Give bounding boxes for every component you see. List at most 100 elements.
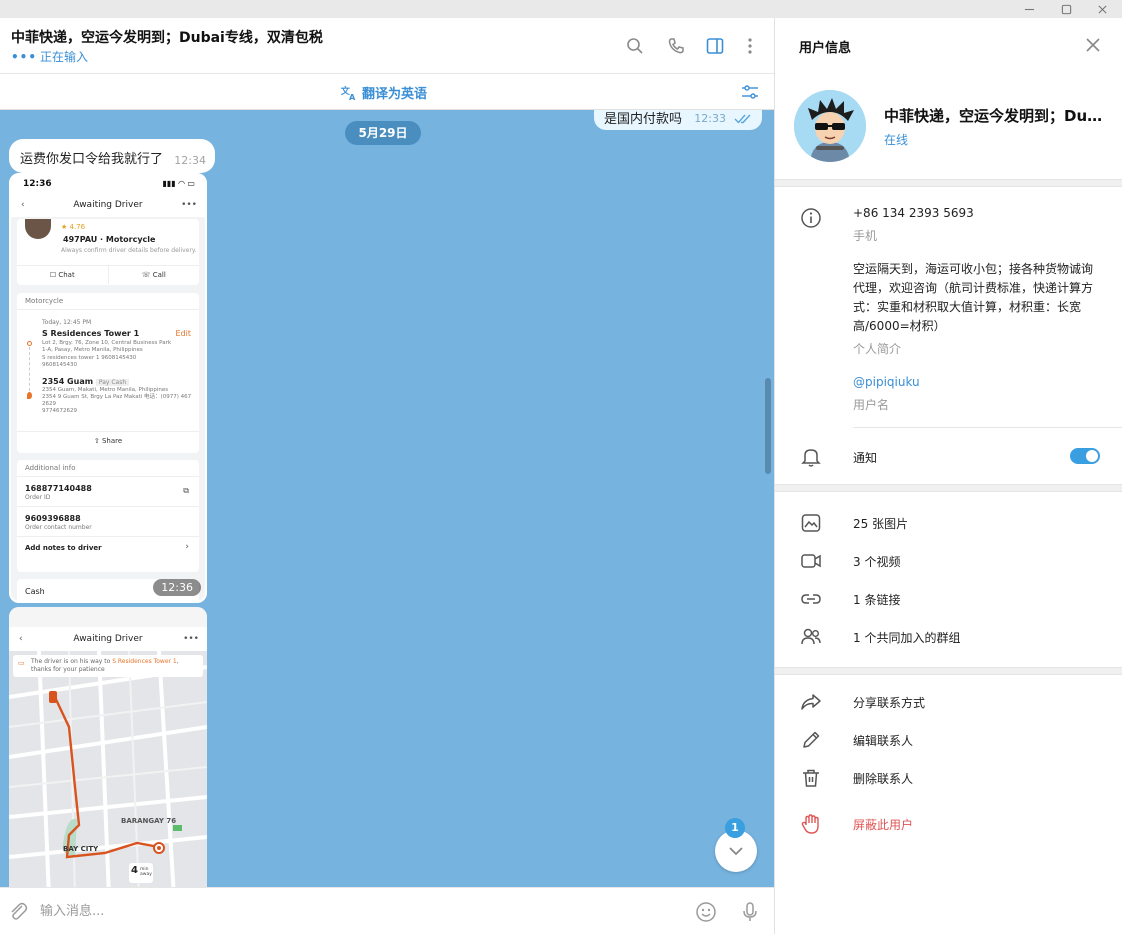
translate-bar[interactable]: 文A 翻译为英语 — [0, 74, 774, 110]
dropoff-name: 2354 Guam Pay Cash — [42, 377, 130, 386]
chat-action: ☐ Chat — [49, 271, 75, 279]
search-icon[interactable] — [623, 34, 647, 58]
eta-label: min away — [140, 867, 152, 877]
pickup-contact: S residences tower 1 9608145430 — [42, 355, 137, 361]
pickup-phone: 9608145430 — [42, 362, 77, 368]
username-link[interactable]: @pipiqiuku — [853, 375, 920, 389]
copy-icon: ⧉ — [183, 486, 189, 495]
chevron-right-icon: › — [185, 542, 189, 552]
route-card: Motorcycle Today, 12:45 PM S Residences … — [17, 293, 199, 453]
more-vertical-icon[interactable] — [738, 34, 762, 58]
home-indicator — [73, 601, 143, 603]
video-icon — [801, 554, 821, 568]
section-divider — [775, 484, 1122, 492]
share-row: ⇧ Share — [17, 431, 199, 450]
contact-label: Order contact number — [25, 524, 92, 531]
bell-icon — [801, 449, 821, 467]
translate-button[interactable]: 文A 翻译为英语 — [340, 83, 427, 102]
microphone-icon[interactable] — [738, 900, 762, 924]
share-contact-button[interactable]: 分享联系方式 — [853, 694, 925, 711]
additional-info-card: Additional info 168877140488 Order ID ⧉ … — [17, 460, 199, 572]
back-icon: ‹ — [21, 200, 25, 210]
message-time: 12:34 — [174, 154, 206, 167]
phone-number[interactable]: +86 134 2393 5693 — [853, 206, 974, 220]
close-icon[interactable] — [1084, 36, 1102, 54]
phone-label: 手机 — [853, 229, 878, 243]
pickup-time: Today, 12:45 PM — [42, 319, 92, 326]
message-text: 运费你发口令给我就行了 — [20, 152, 164, 167]
delete-contact-button[interactable]: 删除联系人 — [853, 770, 913, 787]
route-line — [29, 347, 30, 391]
info-icon — [801, 208, 821, 228]
message-input[interactable] — [40, 900, 640, 922]
message-list[interactable]: 是国内付款吗 12:33 5月29日 运费你发口令给我就行了 12:34 12:… — [0, 110, 774, 887]
typing-status: ••• 正在输入 — [11, 48, 88, 65]
media-links[interactable]: 1 条链接 — [853, 591, 900, 608]
notifications-label: 通知 — [853, 451, 878, 465]
phone-nav: ‹ Awaiting Driver ••• — [11, 193, 205, 217]
sidebar-toggle-icon[interactable] — [703, 34, 727, 58]
call-action: ☏ Call — [107, 266, 200, 284]
close-icon[interactable] — [1084, 0, 1120, 18]
order-id-label: Order ID — [25, 494, 51, 501]
media-photos[interactable]: 25 张图片 — [853, 515, 908, 532]
driver-avatar — [25, 219, 51, 239]
video-icon: ▭ — [18, 659, 25, 667]
add-notes: Add notes to driver — [25, 544, 102, 552]
image-message[interactable]: ‹ Awaiting Driver ••• ▭ The driver is on… — [9, 607, 207, 887]
bio-text[interactable]: 空运隔天到，海运可收小包；接各种货物诚询代理，欢迎咨询（航司计费标准，快递计算方… — [853, 260, 1103, 336]
photo-icon — [801, 514, 821, 532]
driver-note: Always confirm driver details before del… — [61, 247, 197, 254]
dropoff-phone: 9774672629 — [42, 408, 77, 414]
edit-link: Edit — [175, 329, 192, 338]
image-message[interactable]: 12:36 ▮▮▮ ◠ ▭ ‹ Awaiting Driver ••• ★ 4.… — [9, 173, 207, 603]
outgoing-message[interactable]: 是国内付款吗 12:33 — [594, 110, 762, 130]
driver-actions: ☐ Chat ☏ Call — [17, 265, 199, 284]
phone-icon[interactable] — [664, 34, 688, 58]
cartoon-avatar-icon — [794, 90, 866, 162]
media-groups[interactable]: 1 个共同加入的群组 — [853, 629, 960, 646]
minimize-icon[interactable] — [1011, 0, 1047, 18]
link-icon — [801, 594, 821, 604]
chat-scrollbar[interactable] — [765, 378, 771, 474]
emoji-icon[interactable] — [694, 900, 718, 924]
driver-card: ★ 4.76 497PAU · Motorcycle Always confir… — [17, 219, 199, 285]
window-titlebar — [0, 0, 1122, 18]
divider — [853, 427, 1122, 428]
translate-settings-icon[interactable] — [740, 82, 760, 102]
edit-contact-button[interactable]: 编辑联系人 — [853, 732, 913, 749]
maximize-icon[interactable] — [1048, 0, 1084, 18]
avatar[interactable] — [794, 90, 866, 162]
translate-label: 翻译为英语 — [362, 87, 428, 102]
unread-badge: 1 — [725, 818, 745, 838]
typing-dots: ••• — [11, 50, 38, 64]
pickup-name: S Residences Tower 1 — [42, 329, 140, 338]
cash-label: Cash — [25, 587, 45, 596]
divider — [17, 309, 199, 310]
edit-icon — [803, 731, 820, 748]
section-divider — [775, 667, 1122, 675]
pickup-pin-icon — [27, 341, 32, 346]
typing-status-text: 正在输入 — [40, 50, 89, 64]
username-label: 用户名 — [853, 398, 890, 412]
message-composer — [0, 887, 774, 934]
block-hand-icon — [801, 814, 819, 834]
dropoff-address: 2354 Guam, Makati, Metro Manila, Philipp… — [42, 387, 169, 393]
battery-icon: ▮▮▮ ◠ ▭ — [162, 179, 196, 188]
online-status: 在线 — [884, 133, 909, 147]
more-icon: ••• — [181, 200, 197, 210]
attach-icon[interactable] — [6, 900, 30, 924]
phone-nav: ‹ Awaiting Driver ••• — [9, 627, 207, 651]
chat-title[interactable]: 中菲快递，空运今发明到；Dubai专线，双清包税 — [11, 27, 323, 47]
svg-text:A: A — [349, 92, 356, 102]
panel-title: 用户信息 — [799, 41, 852, 56]
block-user-button[interactable]: 屏蔽此用户 — [853, 816, 913, 833]
date-divider: 5月29日 — [345, 121, 421, 145]
media-videos[interactable]: 3 个视频 — [853, 553, 900, 570]
phone-clock: 12:36 — [23, 179, 52, 189]
incoming-message[interactable]: 运费你发口令给我就行了 12:34 — [9, 139, 215, 173]
notifications-toggle[interactable] — [1070, 448, 1100, 464]
dropoff-address-2: 2354 9 Guam St, Brgy La Paz Makati 电话：(0… — [42, 394, 192, 407]
translate-icon: 文A — [340, 84, 356, 102]
chat-header[interactable]: 中菲快递，空运今发明到；Dubai专线，双清包税 ••• 正在输入 — [0, 18, 774, 74]
